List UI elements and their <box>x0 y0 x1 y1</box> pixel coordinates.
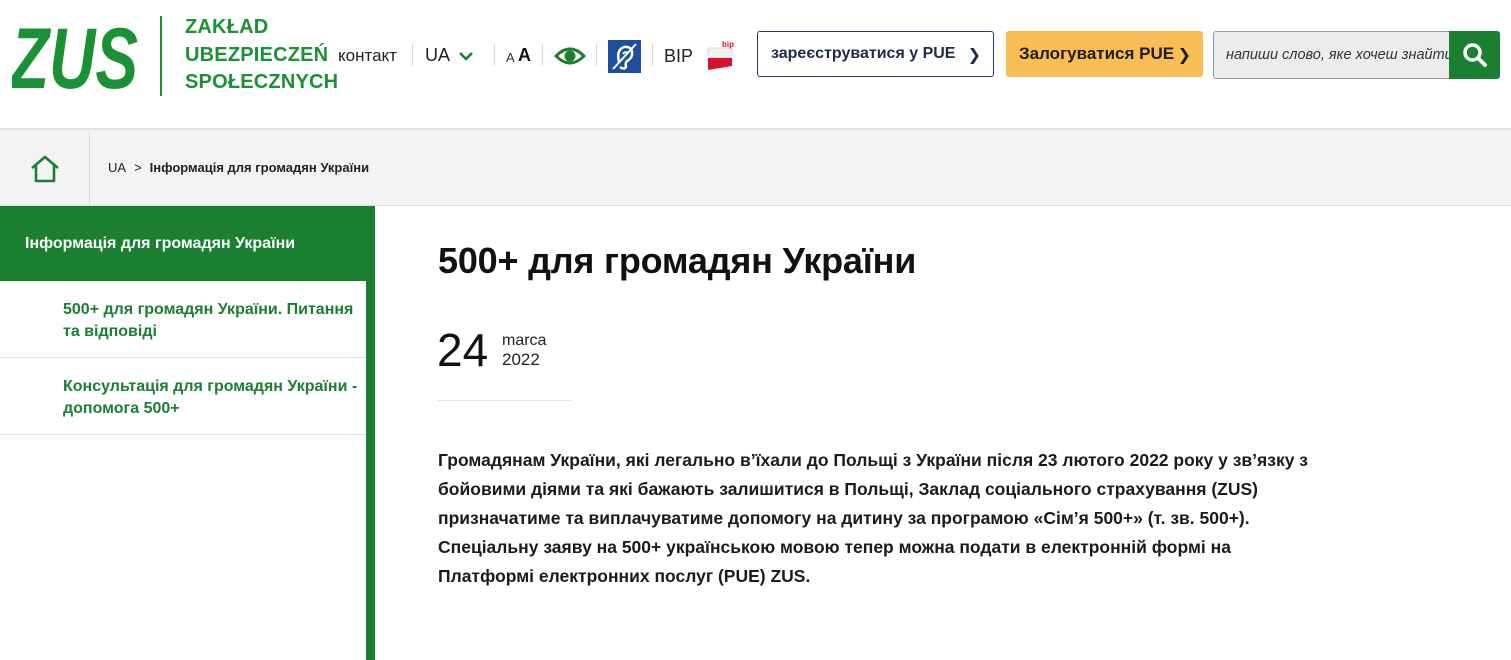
divider <box>412 44 413 66</box>
search-input[interactable] <box>1213 31 1450 79</box>
home-icon <box>30 155 59 182</box>
logo-text: ZUS <box>12 14 138 92</box>
bip-flag-text: bip <box>722 40 734 49</box>
login-label: Залогуватися PUE <box>1019 44 1175 63</box>
font-size-large-button[interactable]: A <box>518 45 531 66</box>
divider <box>494 44 495 66</box>
chevron-down-icon <box>459 51 473 61</box>
logo-divider <box>160 16 162 96</box>
divider <box>542 44 543 66</box>
chevron-right-icon: ❯ <box>1177 44 1191 64</box>
sidebar-item-active[interactable]: Інформація для громадян України <box>0 206 366 281</box>
divider <box>596 44 597 66</box>
bip-flag-icon[interactable]: bip <box>706 40 734 72</box>
register-label: зареєструватися у PUE <box>771 45 956 62</box>
breadcrumb-item-ua[interactable]: UA <box>108 160 126 175</box>
breadcrumb-separator: > <box>134 160 142 175</box>
site-header: ZUS ZAKŁAD UBEZPIECZEŃ SPOŁECZNYCH конта… <box>0 0 1511 130</box>
divider <box>652 44 653 66</box>
sidebar-divider <box>366 206 375 660</box>
register-pue-button[interactable]: зареєструватися у PUE ❯ <box>757 31 994 77</box>
search-button[interactable] <box>1449 31 1500 79</box>
home-button[interactable] <box>0 132 90 205</box>
contact-link[interactable]: контакт <box>338 46 397 66</box>
hearing-icon[interactable] <box>608 40 641 73</box>
login-pue-button[interactable]: Залогуватися PUE ❯ <box>1006 31 1203 77</box>
publish-date-day: 24 <box>437 324 489 376</box>
breadcrumb: UA > Інформація для громадян України <box>0 132 1511 206</box>
zus-logo[interactable]: ZUS <box>12 14 138 92</box>
sidebar-item-faq[interactable]: 500+ для громадян України. Питання та ві… <box>0 281 366 358</box>
eye-icon[interactable] <box>554 44 586 68</box>
publish-date-year: 2022 <box>502 350 540 369</box>
language-select[interactable]: UA <box>425 45 474 66</box>
font-size-small-button[interactable]: A <box>506 50 515 65</box>
page-title: 500+ для громадян України <box>438 240 917 281</box>
search-icon <box>1462 43 1487 67</box>
publish-date-month: marca <box>502 332 547 349</box>
sidebar-nav: Інформація для громадян України 500+ для… <box>0 206 366 660</box>
bip-link[interactable]: BIP <box>664 46 693 67</box>
breadcrumb-trail: UA > Інформація для громадян України <box>108 160 369 175</box>
org-name[interactable]: ZAKŁAD UBEZPIECZEŃ SPOŁECZNYCH <box>185 14 345 97</box>
language-label: UA <box>425 45 451 65</box>
breadcrumb-current: Інформація для громадян України <box>149 160 370 175</box>
sidebar-item-consultation[interactable]: Консультація для громадян України - допо… <box>0 358 366 435</box>
article-lead: Громадянам України, які легально в’їхали… <box>438 450 1309 586</box>
date-divider <box>438 400 572 401</box>
chevron-right-icon: ❯ <box>967 44 981 64</box>
